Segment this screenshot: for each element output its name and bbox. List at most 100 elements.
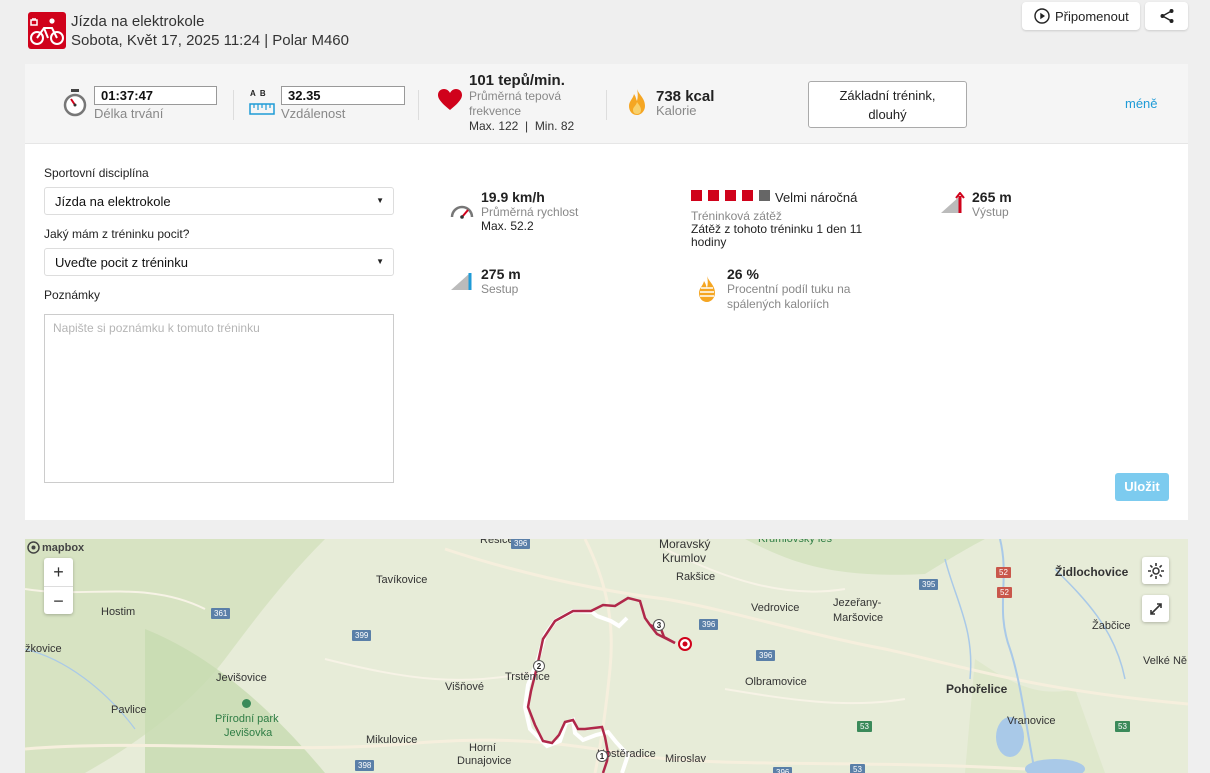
zoom-controls: + − (44, 558, 73, 614)
flame-icon (629, 89, 645, 115)
notes-label: Poznámky (44, 288, 101, 302)
descent-icon (451, 273, 472, 290)
expand-icon (1149, 602, 1162, 615)
map-place-label: Višňové (445, 681, 484, 693)
distance-input[interactable]: 32.35 (281, 86, 405, 105)
map-place-label: Resice (480, 539, 514, 546)
fat-label-2: spálených kaloriích (727, 297, 830, 311)
ascent-value: 265 m (972, 189, 1012, 205)
page-title: Jízda na elektrokole (71, 13, 205, 30)
training-button-line-2: dlouhý (868, 106, 907, 122)
map-place-label: Židlochovice (1055, 565, 1129, 579)
road-shield: 53 (1115, 721, 1130, 732)
road-shield: 52 (997, 587, 1012, 598)
speed-value: 19.9 km/h (481, 189, 545, 205)
share-button[interactable] (1145, 2, 1188, 30)
ruler-icon (249, 103, 275, 115)
mapbox-logo: mapbox (27, 541, 84, 554)
road-shield: 398 (355, 760, 375, 771)
route-lap-marker[interactable]: 2 (533, 660, 545, 672)
share-icon (1160, 9, 1173, 23)
hr-minmax: Max. 122 | Min. 82 (469, 119, 575, 133)
duration-input[interactable]: 01:37:47 (94, 86, 217, 105)
descent-value: 275 m (481, 266, 521, 282)
map-place-label: Horní (469, 742, 496, 754)
fat-value: 26 % (727, 266, 759, 282)
save-button[interactable]: Uložit (1115, 473, 1169, 501)
road-shield: 52 (996, 567, 1011, 578)
speedometer-icon (450, 205, 474, 219)
map-place-label: Tavíkovice (376, 574, 428, 586)
map-place-label: Jevišovka (224, 727, 273, 739)
hr-label-1: Průměrná tepová (469, 89, 562, 103)
map-fullscreen-button[interactable] (1142, 595, 1169, 622)
road-shield: 361 (211, 608, 231, 619)
dropdown-arrow-icon: ▼ (376, 257, 384, 266)
sport-select[interactable]: Jízda na elektrokole ▼ (44, 187, 394, 215)
speed-max: Max. 52.2 (481, 219, 534, 233)
map-background (25, 539, 1188, 773)
notes-textarea[interactable]: Napište si poznámku k tomuto tréninku (44, 314, 394, 483)
map-place-label: Krumlov (662, 551, 707, 565)
less-link[interactable]: méně (1125, 96, 1158, 111)
map-place-label: Mikulovice (366, 734, 418, 746)
fat-burn-icon (699, 276, 715, 302)
map-place-label: Pavlice (111, 704, 147, 716)
training-button-line-1: Základní trénink, (839, 87, 936, 103)
ebike-sport-icon (28, 12, 66, 49)
road-shield: 53 (850, 764, 865, 773)
session-subtitle: Sobota, Květ 17, 2025 11:24 | Polar M460 (71, 32, 349, 49)
map-place-label: Miroslav (665, 753, 706, 765)
route-map[interactable]: mapbox + − Resice Moravský Krumlov Krumlovs… (25, 539, 1188, 773)
road-shield: 399 (352, 630, 372, 641)
map-place-label: Pohořelice (946, 682, 1008, 696)
map-settings-button[interactable] (1142, 557, 1169, 584)
hr-label-2: frekvence (469, 104, 522, 118)
ascent-label: Výstup (972, 205, 1009, 219)
load-level-square (708, 190, 719, 201)
divider (233, 90, 234, 120)
play-circle-icon (1034, 8, 1050, 24)
zoom-out-button[interactable]: − (44, 586, 73, 614)
map-place-label: Krumlovský les (758, 539, 832, 545)
map-place-label: Moravský (659, 539, 711, 551)
route-lap-marker[interactable]: 3 (653, 619, 665, 631)
dropdown-arrow-icon: ▼ (376, 196, 384, 205)
summary-bar: 01:37:47 Délka trvání A B 32.35 Vzdáleno… (25, 64, 1188, 144)
map-place-label: Jevišovice (216, 672, 267, 684)
heart-icon (438, 89, 462, 110)
road-shield: 53 (857, 721, 872, 732)
divider (418, 90, 419, 120)
descent-label: Sestup (481, 282, 519, 296)
load-sub-2: hodiny (691, 235, 727, 249)
zoom-in-button[interactable]: + (44, 558, 73, 586)
ascent-icon (941, 192, 965, 213)
load-label: Tréninková zátěž (691, 209, 782, 223)
load-level-square (725, 190, 736, 201)
distance-ab-label: A B (250, 89, 266, 98)
map-place-label: Vedrovice (751, 602, 800, 614)
load-value: Velmi náročná (775, 190, 858, 205)
route-lap-marker[interactable]: 1 (596, 750, 608, 762)
speed-label: Průměrná rychlost (481, 205, 579, 219)
remind-button[interactable]: Připomenout (1022, 2, 1140, 30)
feeling-select-value: Uveďte pocit z tréninku (55, 255, 188, 270)
sport-label: Sportovní disciplína (44, 166, 149, 180)
calories-label: Kalorie (656, 103, 697, 118)
map-place-label: Olbramovice (745, 676, 807, 688)
fat-label-1: Procentní podíl tuku na (727, 282, 851, 296)
training-benefit-button[interactable]: Základní trénink, dlouhý (808, 81, 967, 128)
duration-label: Délka trvání (94, 106, 164, 121)
hr-value: 101 tepů/min. (469, 72, 565, 89)
map-place-label: Jezeřany- (833, 597, 882, 609)
road-shield: 395 (919, 579, 939, 590)
header: Jízda na elektrokole Sobota, Květ 17, 20… (0, 0, 1210, 62)
load-level-square (691, 190, 702, 201)
distance-label: Vzdálenost (281, 106, 346, 121)
sport-select-value: Jízda na elektrokole (55, 194, 171, 209)
map-place-label: Rakšice (676, 571, 716, 583)
park-tree-icon (242, 699, 251, 708)
load-level-square (742, 190, 753, 201)
feeling-select[interactable]: Uveďte pocit z tréninku ▼ (44, 248, 394, 276)
map-place-label: Trstěnice (505, 671, 550, 683)
